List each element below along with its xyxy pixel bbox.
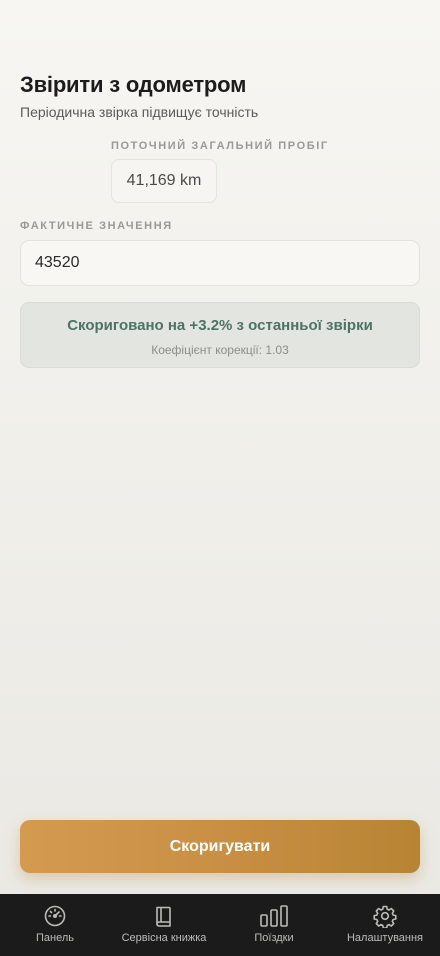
bar-chart-icon — [259, 904, 289, 928]
tab-dashboard[interactable]: Панель — [22, 894, 88, 956]
adjust-button[interactable]: Скоригувати — [20, 820, 420, 873]
tab-bar: Панель Сервісна книжка Поїздки Налаштува… — [0, 894, 440, 956]
tab-trips-label: Поїздки — [254, 932, 294, 944]
tab-settings[interactable]: Налаштування — [340, 894, 430, 956]
tab-dashboard-label: Панель — [35, 932, 74, 944]
gauge-icon — [43, 904, 67, 928]
gear-icon — [373, 904, 397, 928]
actual-value-input[interactable] — [20, 240, 420, 286]
correction-info-main: Скориговано на +3.2% з останньої звірки — [67, 317, 373, 334]
page-title: Звірити з одометром — [20, 72, 247, 97]
tab-settings-label: Налаштування — [346, 932, 424, 944]
current-mileage-value: 41,169 km — [111, 159, 217, 203]
correction-coefficient: Коефіцієнт корекції: 1.03 — [151, 343, 289, 357]
tab-service-book[interactable]: Сервісна книжка — [114, 894, 214, 956]
tab-service-book-label: Сервісна книжка — [121, 932, 207, 944]
correction-info-box: Скориговано на +3.2% з останньої звірки … — [20, 302, 420, 368]
tab-trips[interactable]: Поїздки — [244, 894, 304, 956]
page-subtitle: Періодична звірка підвищує точність — [20, 104, 259, 120]
book-icon — [153, 904, 175, 928]
actual-value-label: ФАКТИЧНЕ ЗНАЧЕННЯ — [20, 220, 173, 232]
current-mileage-label: ПОТОЧНИЙ ЗАГАЛЬНИЙ ПРОБІГ — [111, 140, 329, 152]
